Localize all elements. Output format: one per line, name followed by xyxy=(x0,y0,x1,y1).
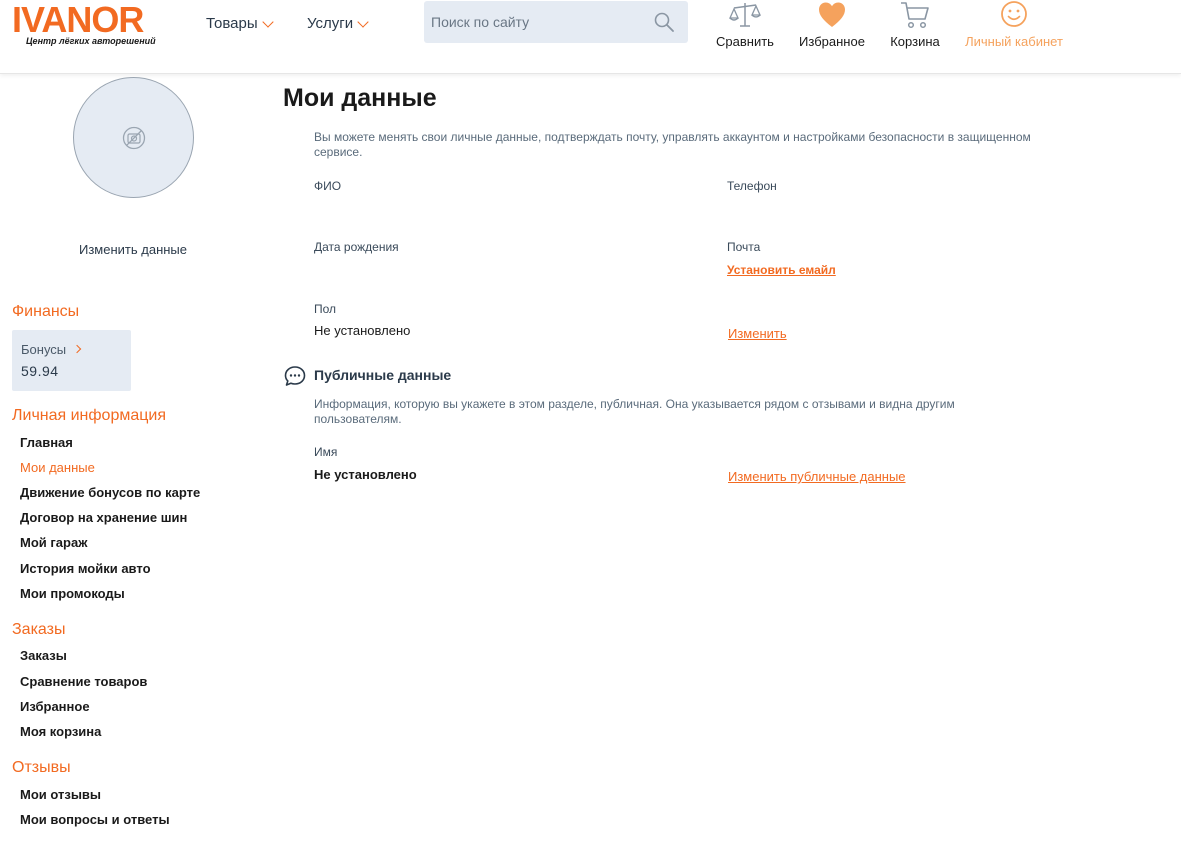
sidebar-item-garage[interactable]: Мой гараж xyxy=(20,535,87,550)
section-title-reviews: Отзывы xyxy=(12,759,71,776)
cart-icon xyxy=(901,2,929,29)
email-label: Почта xyxy=(727,240,761,254)
public-data-description: Информация, которую вы укажете в этом ра… xyxy=(314,397,955,426)
nav-products[interactable]: Товары xyxy=(206,15,274,32)
edit-public-data-link[interactable]: Изменить публичные данные xyxy=(728,469,906,484)
sidebar-item-cart[interactable]: Моя корзина xyxy=(20,724,101,739)
compare-label: Сравнить xyxy=(716,34,774,49)
sidebar-item-tire-storage[interactable]: Договор на хранение шин xyxy=(20,510,187,525)
chevron-down-icon xyxy=(357,15,369,28)
site-header: IVANOR Центр лёгких авторешений Товары У… xyxy=(0,0,1181,74)
sidebar-item-my-data[interactable]: Мои данные xyxy=(20,460,95,475)
sidebar-item-bonus-movement[interactable]: Движение бонусов по карте xyxy=(20,485,200,500)
cart-label: Корзина xyxy=(890,34,940,49)
favorites-label: Избранное xyxy=(799,34,865,49)
smile-icon xyxy=(1001,1,1027,27)
heart-icon xyxy=(819,2,845,27)
bonus-value: 59.94 xyxy=(21,363,59,379)
scales-icon xyxy=(728,3,762,27)
chevron-right-icon xyxy=(72,344,82,354)
sidebar-item-compare[interactable]: Сравнение товаров xyxy=(20,674,147,689)
section-title-finance: Финансы xyxy=(12,303,80,320)
search-input[interactable] xyxy=(424,1,649,43)
search-icon[interactable] xyxy=(654,12,674,32)
logo-tagline: Центр лёгких авторешений xyxy=(26,36,156,46)
page-title: Мои данные xyxy=(283,84,437,112)
sidebar-item-questions[interactable]: Мои вопросы и ответы xyxy=(20,812,170,827)
logo[interactable]: IVANOR Центр лёгких авторешений xyxy=(12,2,164,50)
name-label: Имя xyxy=(314,445,338,459)
fio-label: ФИО xyxy=(314,179,342,193)
public-data-title: Публичные данные xyxy=(314,367,452,383)
set-email-link[interactable]: Установить емайл xyxy=(727,263,836,277)
edit-data-link[interactable]: Изменить xyxy=(728,326,787,341)
search-bar xyxy=(424,1,688,43)
nav-services-label: Услуги xyxy=(307,15,354,32)
page-description: Вы можете менять свои личные данные, под… xyxy=(314,130,1031,159)
section-title-personal: Личная информация xyxy=(12,407,167,424)
name-value: Не установлено xyxy=(314,467,417,482)
logo-text: IVANOR xyxy=(12,0,144,40)
bonus-card[interactable]: Бонусы 59.94 xyxy=(12,330,131,391)
sidebar-item-orders[interactable]: Заказы xyxy=(20,648,67,663)
compare-button[interactable]: Сравнить xyxy=(714,0,776,49)
gender-value: Не установлено xyxy=(314,323,411,338)
bonus-label: Бонусы xyxy=(21,342,67,357)
sidebar-item-reviews[interactable]: Мои отзывы xyxy=(20,787,101,802)
phone-label: Телефон xyxy=(727,179,777,193)
section-title-orders: Заказы xyxy=(12,621,66,638)
edit-profile-link[interactable]: Изменить данные xyxy=(79,242,187,257)
gender-label: Пол xyxy=(314,302,337,316)
nav-products-label: Товары xyxy=(206,15,258,32)
sidebar-item-home[interactable]: Главная xyxy=(20,435,73,450)
account-label: Личный кабинет xyxy=(965,34,1063,49)
sidebar-item-wash-history[interactable]: История мойки авто xyxy=(20,561,151,576)
favorites-button[interactable]: Избранное xyxy=(796,0,868,49)
cart-button[interactable]: Корзина xyxy=(886,0,944,49)
sidebar-item-promocodes[interactable]: Мои промокоды xyxy=(20,586,125,601)
chat-icon xyxy=(284,366,306,386)
birthdate-label: Дата рождения xyxy=(314,240,399,254)
avatar[interactable] xyxy=(73,77,194,198)
sidebar-item-favorites[interactable]: Избранное xyxy=(20,699,90,714)
nav-services[interactable]: Услуги xyxy=(307,15,369,32)
account-button[interactable]: Личный кабинет xyxy=(962,0,1066,49)
chevron-down-icon xyxy=(261,15,274,28)
no-photo-icon xyxy=(122,126,146,150)
